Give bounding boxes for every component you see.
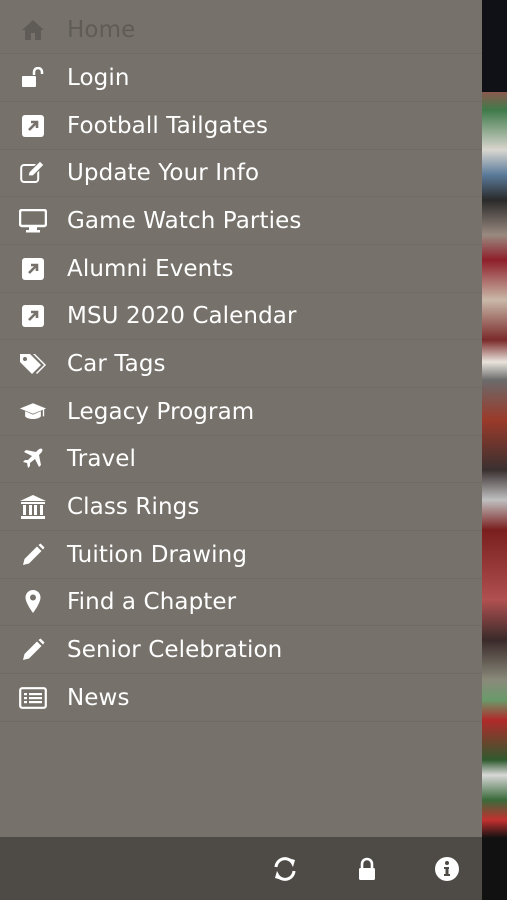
drawer-footer: [0, 837, 482, 900]
menu-item-login[interactable]: Login: [0, 55, 482, 102]
monitor-icon: [19, 207, 47, 235]
menu-item-label: Car Tags: [67, 351, 166, 377]
menu-item-label: Senior Celebration: [67, 637, 283, 663]
background-photo: [482, 0, 507, 900]
tags-icon: [19, 350, 47, 378]
menu-item-label: Game Watch Parties: [67, 208, 302, 234]
external-link-icon: [19, 302, 47, 330]
unlock-icon: [19, 64, 47, 92]
menu-item-label: Football Tailgates: [67, 113, 269, 139]
menu-item-football-tailgates[interactable]: Football Tailgates: [0, 103, 482, 150]
menu-item-find-a-chapter[interactable]: Find a Chapter: [0, 579, 482, 626]
menu-item-label: Legacy Program: [67, 399, 255, 425]
lock-icon[interactable]: [352, 854, 382, 884]
map-marker-icon: [19, 588, 47, 616]
graduation-cap-icon: [19, 398, 47, 426]
menu-item-label: Travel: [67, 446, 136, 472]
menu-item-label: News: [67, 685, 130, 711]
bank-icon: [19, 493, 47, 521]
menu-item-class-rings[interactable]: Class Rings: [0, 484, 482, 531]
menu-item-msu-2020-calendar[interactable]: MSU 2020 Calendar: [0, 293, 482, 340]
menu-item-home[interactable]: Home: [0, 7, 482, 54]
pencil-icon: [19, 636, 47, 664]
menu-item-legacy-program[interactable]: Legacy Program: [0, 389, 482, 436]
menu-item-label: Class Rings: [67, 494, 200, 520]
edit-icon: [19, 159, 47, 187]
refresh-icon[interactable]: [270, 854, 300, 884]
menu-item-update-your-info[interactable]: Update Your Info: [0, 150, 482, 197]
menu-item-news[interactable]: News: [0, 675, 482, 722]
plane-icon: [19, 445, 47, 473]
menu-item-travel[interactable]: Travel: [0, 436, 482, 483]
menu-item-label: Alumni Events: [67, 256, 234, 282]
menu-item-label: MSU 2020 Calendar: [67, 303, 297, 329]
menu-item-game-watch-parties[interactable]: Game Watch Parties: [0, 198, 482, 245]
home-icon: [19, 16, 47, 44]
menu-item-tuition-drawing[interactable]: Tuition Drawing: [0, 532, 482, 579]
menu-item-alumni-events[interactable]: Alumni Events: [0, 246, 482, 293]
menu-item-label: Find a Chapter: [67, 589, 237, 615]
menu-item-label: Home: [67, 17, 136, 43]
external-link-icon: [19, 255, 47, 283]
list-alt-icon: [19, 684, 47, 712]
external-link-icon: [19, 112, 47, 140]
menu-item-label: Login: [67, 65, 130, 91]
side-drawer: Home Login Football Tailgates Update You…: [0, 0, 482, 837]
menu-item-label: Tuition Drawing: [67, 542, 248, 568]
menu-item-label: Update Your Info: [67, 160, 260, 186]
menu-item-senior-celebration[interactable]: Senior Celebration: [0, 627, 482, 674]
info-icon[interactable]: [432, 854, 462, 884]
pencil-icon: [19, 541, 47, 569]
menu-item-car-tags[interactable]: Car Tags: [0, 341, 482, 388]
